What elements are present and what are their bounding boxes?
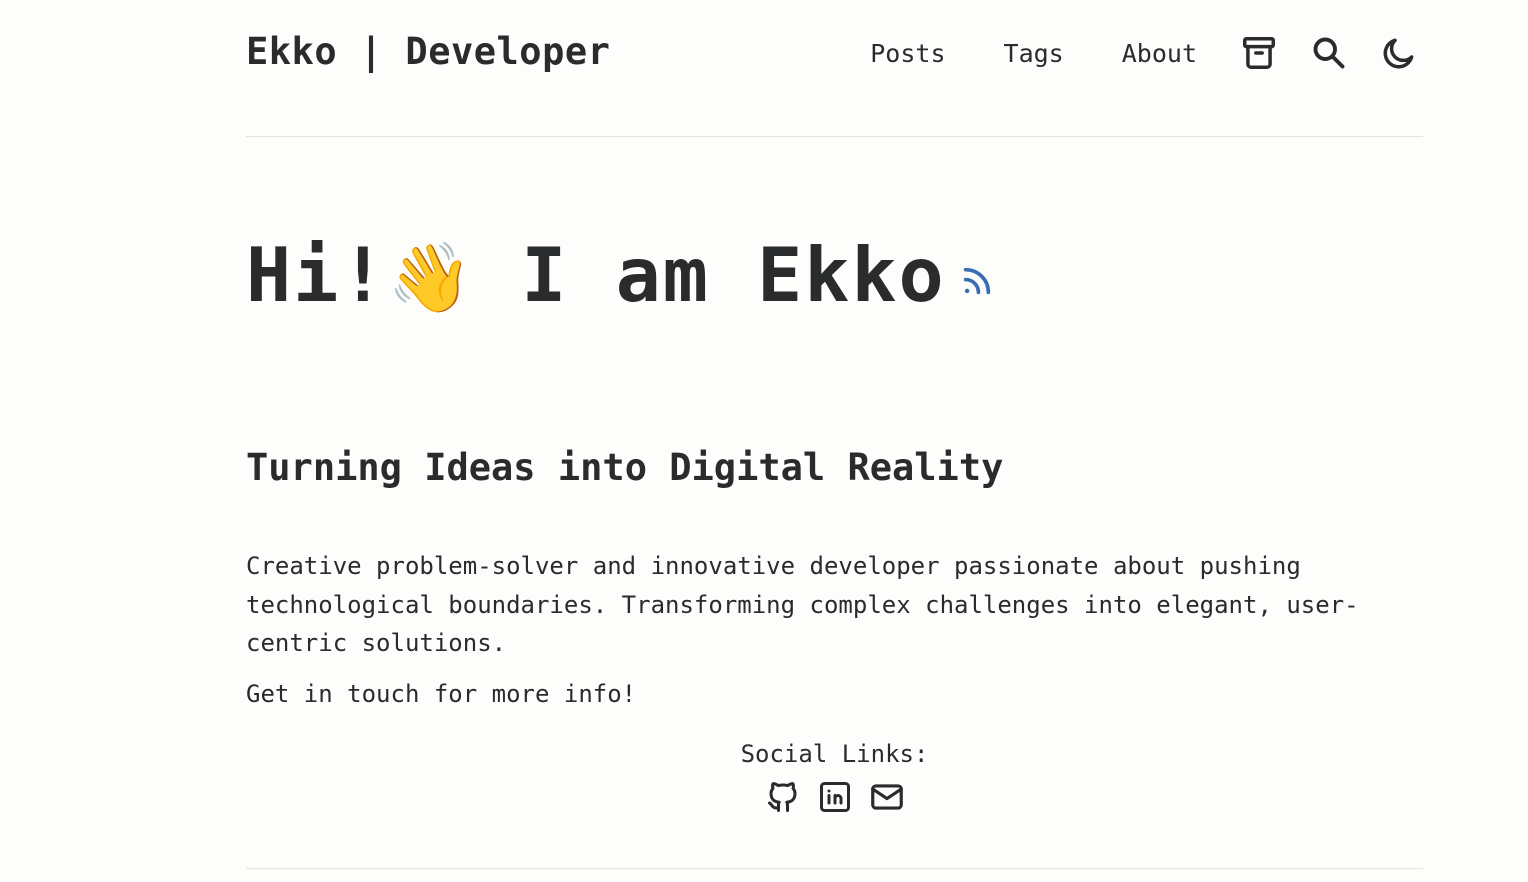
- tagline-heading: Turning Ideas into Digital Reality: [246, 446, 1004, 489]
- bio-paragraph: Creative problem-solver and innovative d…: [246, 552, 1359, 657]
- social-section: Social Links:: [246, 740, 1423, 816]
- contact-prompt: Get in touch for more info!: [246, 680, 637, 708]
- hero-heading-row: Hi!👋 I am Ekko: [246, 232, 994, 318]
- hero-name: I am Ekko: [474, 231, 946, 319]
- linkedin-icon[interactable]: [816, 778, 854, 816]
- mail-icon[interactable]: [868, 778, 906, 816]
- hero-greeting: Hi!: [246, 231, 388, 319]
- archive-icon[interactable]: [1235, 29, 1283, 77]
- nav-about[interactable]: About: [1122, 39, 1197, 68]
- github-icon[interactable]: [764, 778, 802, 816]
- site-header: Ekko | Developer Posts Tags About: [246, 0, 1423, 137]
- site-logo[interactable]: Ekko | Developer: [246, 30, 610, 73]
- page-container: Ekko | Developer Posts Tags About Hi!👋 I…: [246, 0, 1423, 869]
- footer-divider: [246, 868, 1423, 869]
- nav-tags[interactable]: Tags: [1004, 39, 1064, 68]
- social-label: Social Links:: [740, 740, 929, 768]
- moon-icon[interactable]: [1375, 29, 1423, 77]
- nav-posts[interactable]: Posts: [870, 39, 945, 68]
- rss-icon[interactable]: [960, 264, 994, 302]
- waving-hand-emoji: 👋: [387, 239, 475, 318]
- main-nav: Posts Tags About: [870, 28, 1423, 78]
- search-icon[interactable]: [1305, 29, 1353, 77]
- social-icons: [246, 778, 1423, 816]
- hero-title: Hi!👋 I am Ekko: [246, 232, 946, 318]
